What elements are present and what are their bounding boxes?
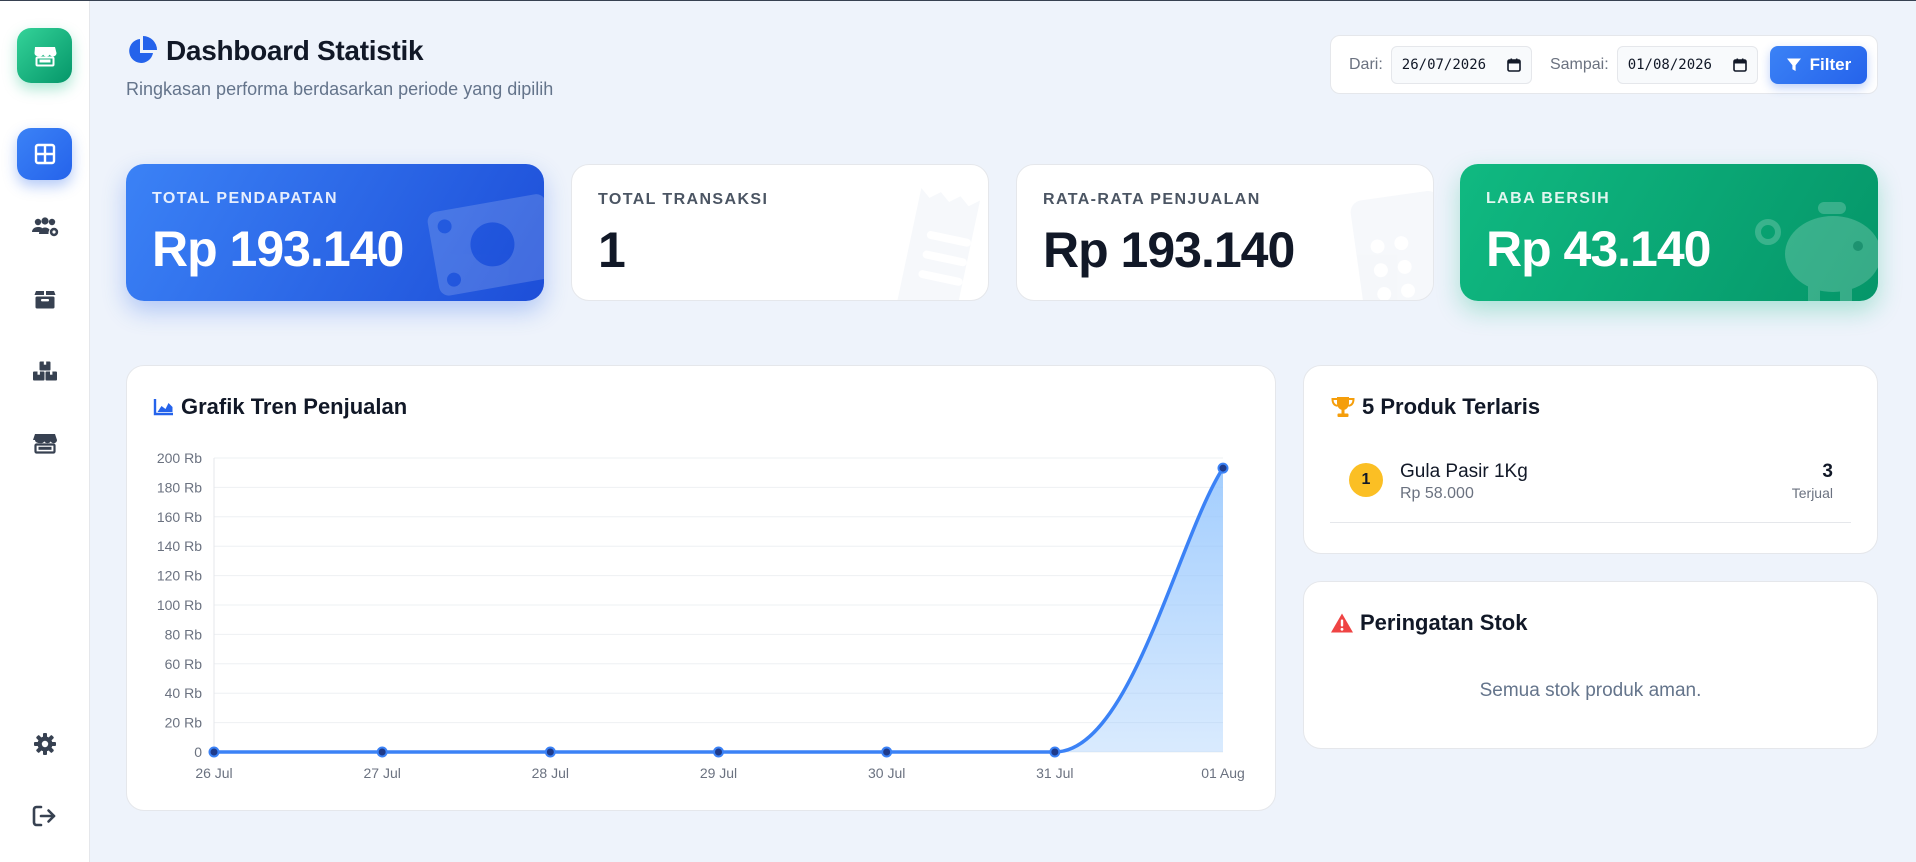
- product-name: Gula Pasir 1Kg: [1400, 461, 1528, 482]
- y-tick-label: 140 Rb: [157, 538, 202, 554]
- filter-button-label: Filter: [1809, 54, 1852, 74]
- store-icon: [34, 46, 56, 66]
- rank-badge: 1: [1349, 463, 1383, 497]
- series-area: [214, 468, 1223, 752]
- data-point: [1217, 462, 1229, 474]
- y-tick-label: 40 Rb: [165, 685, 203, 701]
- y-tick-label: 120 Rb: [157, 568, 202, 584]
- product-price: Rp 58.000: [1400, 485, 1474, 502]
- y-tick-label: 0: [194, 744, 202, 760]
- x-tick-label: 29 Jul: [700, 765, 737, 781]
- filter-icon: [1786, 58, 1801, 71]
- date-filter: Dari: 26/07/2026 Sampai: 01/08/2026 Filt…: [1330, 35, 1878, 94]
- y-tick-label: 100 Rb: [157, 597, 202, 613]
- data-point: [1049, 746, 1061, 758]
- series-line: [214, 467, 1225, 754]
- sidebar-item-users[interactable]: [17, 201, 72, 253]
- calendar-icon[interactable]: [1733, 58, 1747, 72]
- stat-card-average-sales: RATA-RATA PENJUALAN Rp 193.140: [1016, 164, 1434, 301]
- stat-card-total-revenue: TOTAL PENDAPATAN Rp 193.140: [126, 164, 544, 301]
- top-products-title: 5 Produk Terlaris: [1330, 394, 1540, 420]
- filter-button[interactable]: Filter: [1769, 45, 1867, 84]
- x-tick-label: 26 Jul: [195, 765, 232, 781]
- users-cog-icon: [31, 217, 58, 237]
- data-point: [376, 746, 388, 758]
- y-tick-label: 60 Rb: [165, 656, 203, 672]
- page-title-text: Dashboard Statistik: [166, 35, 424, 66]
- data-point: [713, 746, 724, 758]
- grid-icon: [34, 143, 55, 165]
- calendar-icon[interactable]: [1507, 58, 1521, 72]
- money-bill-icon: [427, 194, 544, 296]
- logout-button[interactable]: [17, 790, 72, 842]
- sidebar: [0, 1, 90, 862]
- receipt-icon: [896, 187, 981, 300]
- list-item[interactable]: 1 Gula Pasir 1Kg Rp 58.000 3 Terjual: [1330, 461, 1851, 523]
- sales-trend-chart: 0 20 Rb 40 Rb 60 Rb 80 Rb 100 Rb 120 Rb 140 Rb 1…: [157, 450, 1245, 781]
- x-tick-label: 01 Aug: [1201, 765, 1245, 781]
- y-tick-label: 80 Rb: [165, 626, 203, 642]
- x-tick-label: 28 Jul: [532, 765, 569, 781]
- stat-card-total-transactions: TOTAL TRANSAKSI 1: [571, 164, 989, 301]
- page-subtitle: Ringkasan performa berdasarkan periode y…: [126, 79, 554, 99]
- page-title: Dashboard Statistik: [126, 35, 424, 67]
- y-tick-label: 200 Rb: [157, 450, 202, 466]
- stat-card-net-profit: LABA BERSIH Rp 43.140: [1460, 164, 1878, 301]
- to-date-input[interactable]: 01/08/2026: [1616, 45, 1758, 84]
- stock-warning-title: Peringatan Stok: [1330, 610, 1527, 636]
- from-date-value: 26/07/2026: [1401, 56, 1487, 73]
- from-label: Dari:: [1349, 55, 1383, 73]
- product-sold-label: Terjual: [1791, 485, 1833, 501]
- sidebar-item-products[interactable]: [17, 273, 72, 325]
- y-tick-label: 160 Rb: [157, 509, 202, 525]
- store-logo[interactable]: [17, 28, 72, 83]
- to-date-value: 01/08/2026: [1627, 56, 1712, 73]
- stock-warning-panel: Peringatan Stok Semua stok produk aman.: [1303, 581, 1878, 749]
- top-products-title-text: 5 Produk Terlaris: [1362, 394, 1541, 419]
- stock-warning-title-text: Peringatan Stok: [1360, 610, 1528, 635]
- data-point: [544, 746, 556, 758]
- trophy-icon: [1331, 397, 1355, 417]
- y-tick-label: 20 Rb: [165, 715, 203, 731]
- x-tick-label: 30 Jul: [868, 765, 905, 781]
- sidebar-item-dashboard[interactable]: [17, 128, 72, 180]
- gear-icon: [33, 733, 56, 755]
- top-products-panel: 5 Produk Terlaris 1 Gula Pasir 1Kg Rp 58…: [1303, 365, 1878, 554]
- pie-chart-icon: [129, 36, 157, 63]
- boxes-icon: [32, 361, 57, 381]
- warning-icon: [1331, 613, 1353, 633]
- box-icon: [34, 291, 55, 309]
- data-point: [208, 746, 220, 758]
- stock-empty-message: Semua stok produk aman.: [1479, 680, 1702, 701]
- logout-icon: [32, 805, 55, 827]
- sidebar-item-stock[interactable]: [17, 345, 72, 397]
- calculator-icon: [1350, 191, 1433, 300]
- sidebar-item-store[interactable]: [17, 417, 72, 469]
- y-tick-label: 180 Rb: [157, 479, 202, 495]
- settings-button[interactable]: [17, 718, 72, 770]
- data-point: [881, 746, 893, 758]
- product-sold-count: 3: [1822, 461, 1833, 482]
- x-tick-label: 31 Jul: [1036, 765, 1073, 781]
- sales-chart-panel: Grafik Tren Penjualan 0 20 Rb 40 Rb 60 Rb 80…: [126, 365, 1276, 811]
- x-tick-label: 27 Jul: [363, 765, 400, 781]
- piggy-bank-icon: [1755, 202, 1878, 301]
- store-icon: [32, 434, 57, 454]
- from-date-input[interactable]: 26/07/2026: [1390, 45, 1532, 84]
- to-label: Sampai:: [1549, 55, 1609, 73]
